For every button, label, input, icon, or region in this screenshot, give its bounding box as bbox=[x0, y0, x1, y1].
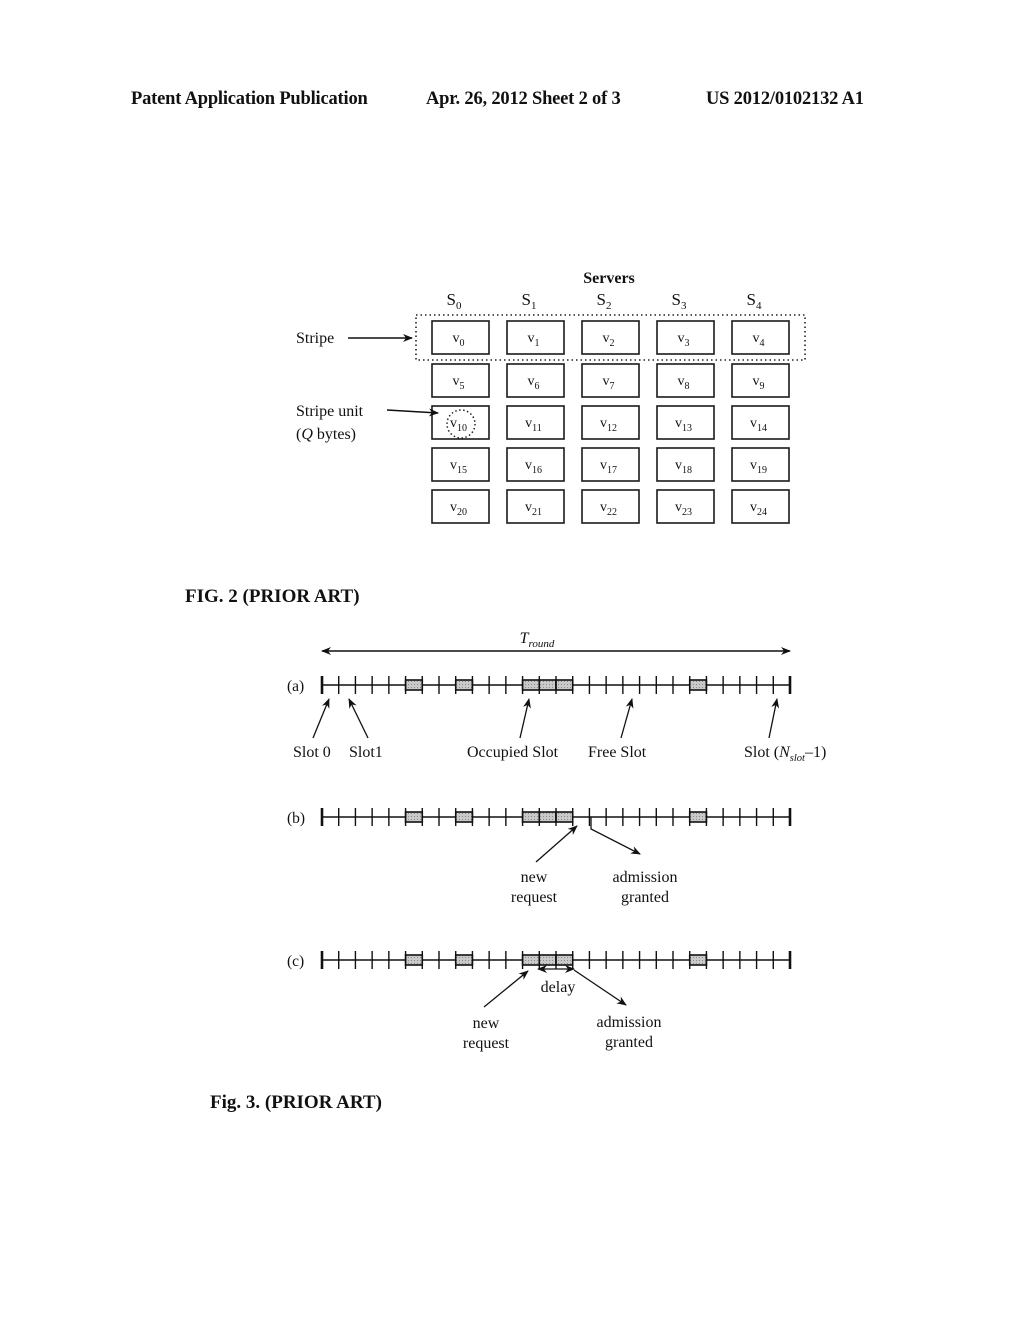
stripe-unit-size-label: (Q bytes) bbox=[296, 426, 356, 443]
occupied-slot bbox=[404, 811, 424, 823]
occupied-slot bbox=[555, 679, 574, 691]
occupied-slot bbox=[521, 679, 541, 691]
slot0-arrow bbox=[312, 698, 330, 739]
fig3-timelines: Tround (a) (b) (c) Slot 0 Slot1 Occupied S… bbox=[287, 630, 826, 1052]
fig2-server-grid: Servers S0 S1 S2 S3 S4 v0 v1 v2 v3 v4 v5 v6 v7 v8 v9 v… bbox=[296, 270, 806, 524]
b-admission-label-2: granted bbox=[621, 889, 669, 906]
occupied-slot bbox=[688, 811, 708, 823]
occupied-slot-arrow bbox=[519, 698, 531, 739]
timeline-b-annotations: new request admission granted bbox=[511, 817, 678, 906]
figures-canvas: Servers S0 S1 S2 S3 S4 v0 v1 v2 v3 v4 v5 v6 v7 v8 v9 v… bbox=[287, 270, 826, 1052]
stripe-unit-cell: v18 bbox=[656, 447, 715, 482]
server-header-0: S0 bbox=[447, 290, 462, 312]
slot0-label: Slot 0 bbox=[293, 744, 331, 761]
stripe-unit-cell: v19 bbox=[731, 447, 790, 482]
timeline-label-b: (b) bbox=[287, 810, 305, 827]
timeline-c-annotations: delay new request admission granted bbox=[463, 965, 662, 1052]
timeline-c: (c) bbox=[287, 951, 792, 970]
b-admission-label-1: admission bbox=[613, 869, 678, 886]
stripe-unit-cell: v3 bbox=[656, 320, 715, 355]
occupied-slot bbox=[521, 811, 541, 823]
occupied-slot bbox=[404, 679, 424, 691]
occupied-slot bbox=[454, 811, 474, 823]
stripe-unit-cell: v17 bbox=[581, 447, 640, 482]
stripe-unit-cell: v2 bbox=[581, 320, 640, 355]
stripe-unit-cell: v11 bbox=[506, 405, 565, 440]
stripe-unit-cell: v1 bbox=[506, 320, 565, 355]
stripe-unit-cell: v7 bbox=[581, 363, 640, 398]
stripe-unit-cell: v12 bbox=[581, 405, 640, 440]
occupied-slot bbox=[538, 679, 557, 691]
occupied-slot bbox=[454, 954, 474, 966]
occupied-slot bbox=[688, 954, 708, 966]
c-new-request-label-1: new bbox=[473, 1015, 500, 1032]
slot1-label: Slot1 bbox=[349, 744, 383, 761]
timeline-b: (b) bbox=[287, 808, 792, 827]
stripe-unit-cell: v10 bbox=[431, 405, 490, 440]
b-new-request-label-2: request bbox=[511, 889, 558, 906]
stripe-unit-cell: v21 bbox=[506, 489, 565, 524]
stripe-unit-cell: v5 bbox=[431, 363, 490, 398]
stripe-unit-cell: v22 bbox=[581, 489, 640, 524]
slot1-arrow bbox=[348, 698, 369, 739]
stripe-unit-label: Stripe unit bbox=[296, 403, 364, 420]
c-new-request-arrow bbox=[483, 970, 529, 1008]
stripe-unit-cell: v15 bbox=[431, 447, 490, 482]
stripe-unit-arrow bbox=[386, 408, 439, 417]
b-new-request-arrow bbox=[535, 825, 578, 863]
b-admission-arrow bbox=[590, 817, 641, 855]
stripe-unit-cell: v6 bbox=[506, 363, 565, 398]
timeline-a: (a) bbox=[287, 676, 792, 695]
server-header-2: S2 bbox=[597, 290, 612, 312]
occupied-slot bbox=[555, 811, 574, 823]
stripe-unit-cell: v4 bbox=[731, 320, 790, 355]
occupied-slot bbox=[538, 954, 557, 966]
c-admission-label-1: admission bbox=[597, 1014, 662, 1031]
c-admission-arrow bbox=[573, 969, 627, 1006]
server-header-3: S3 bbox=[672, 290, 687, 312]
stripe-unit-cell: v9 bbox=[731, 363, 790, 398]
b-new-request-label-1: new bbox=[521, 869, 548, 886]
timeline-a-annotations: Slot 0 Slot1 Occupied Slot Free Slot Slo… bbox=[293, 698, 826, 764]
timeline-label-a: (a) bbox=[287, 678, 304, 695]
occupied-slot-label: Occupied Slot bbox=[467, 744, 559, 761]
stripe-unit-cell: v0 bbox=[431, 320, 490, 355]
server-header-1: S1 bbox=[522, 290, 537, 312]
timeline-label-c: (c) bbox=[287, 953, 304, 970]
occupied-slot bbox=[538, 811, 557, 823]
stripe-unit-cell: v13 bbox=[656, 405, 715, 440]
free-slot-label: Free Slot bbox=[588, 744, 647, 761]
last-slot-arrow bbox=[768, 698, 780, 739]
last-slot-label: Slot (Nslot–1) bbox=[744, 744, 826, 764]
stripe-unit-cell: v20 bbox=[431, 489, 490, 524]
stripe-unit-cell: v8 bbox=[656, 363, 715, 398]
stripe-unit-cell: v14 bbox=[731, 405, 790, 440]
c-new-request-label-2: request bbox=[463, 1035, 510, 1052]
stripe-label: Stripe bbox=[296, 330, 334, 347]
occupied-slot bbox=[555, 954, 574, 966]
stripe-unit-cell: v24 bbox=[731, 489, 790, 524]
c-delay-label: delay bbox=[541, 979, 576, 996]
occupied-slot bbox=[404, 954, 424, 966]
occupied-slot bbox=[521, 954, 541, 966]
stripe-unit-cell: v23 bbox=[656, 489, 715, 524]
round-duration-label: Tround bbox=[520, 630, 555, 650]
occupied-slot bbox=[454, 679, 474, 691]
c-admission-label-2: granted bbox=[605, 1034, 653, 1051]
server-header-4: S4 bbox=[747, 290, 762, 312]
stripe-unit-cell: v16 bbox=[506, 447, 565, 482]
occupied-slot bbox=[688, 679, 708, 691]
servers-title: Servers bbox=[583, 270, 635, 287]
free-slot-arrow bbox=[620, 698, 634, 739]
